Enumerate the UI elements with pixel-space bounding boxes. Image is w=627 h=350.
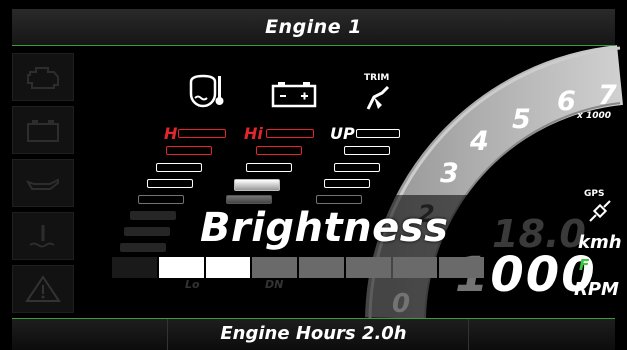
trim-up-label: UP [330, 124, 355, 143]
engine-check-icon [27, 67, 59, 89]
temp-bar-4 [147, 179, 193, 188]
battery-gauge-icon [271, 82, 317, 108]
battery-bar-4 [234, 179, 280, 191]
temp-bar-2 [166, 146, 212, 155]
display-screen: 3 4 5 6 7 x 1000 2 0 Engine 1 [0, 0, 627, 350]
battery-icon [27, 120, 59, 142]
brightness-segment[interactable] [205, 257, 251, 278]
tach-tick-7: 7 [598, 80, 617, 111]
brightness-segment[interactable] [112, 257, 157, 278]
tach-tick-3: 3 [440, 158, 459, 189]
tach-tick-4: 4 [469, 126, 489, 157]
engine-hours: Engine Hours 2.0h [220, 323, 407, 344]
sidebar-item-engine[interactable] [12, 53, 74, 101]
coolant-temp-icon [29, 225, 55, 248]
page-title: Engine 1 [265, 16, 362, 38]
sidebar-item-battery[interactable] [12, 106, 74, 154]
brightness-segment[interactable] [252, 257, 297, 278]
temp-high-label: H [164, 124, 178, 143]
sidebar-item-oil[interactable] [12, 159, 74, 207]
brightness-segment[interactable] [345, 257, 391, 278]
fuel-flag: F [579, 256, 590, 274]
trim-bar-1 [356, 129, 400, 138]
header-bar: Engine 1 [12, 9, 615, 46]
battery-bar-3 [246, 163, 292, 172]
trim-bar-4 [324, 179, 370, 188]
lo-label: Lo [185, 278, 200, 291]
brightness-segment[interactable] [299, 257, 344, 278]
engine-temp-icon [189, 74, 224, 108]
trim-down-label: DN [265, 278, 284, 291]
brightness-segment[interactable] [158, 257, 204, 278]
tach-multiplier: x 1000 [576, 111, 611, 121]
satellite-icon [589, 200, 611, 222]
brightness-segment[interactable] [439, 257, 484, 278]
battery-high-label: Hi [244, 124, 263, 143]
gps-label: GPS [584, 189, 605, 199]
temp-bar-1 [178, 129, 226, 138]
trim-bar-2 [344, 146, 390, 155]
temp-bar-3 [156, 163, 202, 172]
trim-icon [366, 85, 390, 110]
tach-tick-6: 6 [557, 86, 576, 117]
battery-bar-2 [256, 146, 302, 155]
sidebar-item-warning[interactable] [12, 265, 74, 313]
alarm-sidebar [12, 53, 74, 317]
trim-icon-label: TRIM [364, 73, 390, 83]
trim-bar-3 [334, 163, 380, 172]
battery-bar-1 [266, 129, 314, 138]
brightness-slider[interactable] [112, 257, 484, 278]
sidebar-item-coolant[interactable] [12, 212, 74, 260]
brightness-label: Brightness [200, 205, 449, 251]
tach-tick-5: 5 [512, 104, 531, 135]
rpm-unit: RPM [574, 279, 619, 300]
brightness-segment[interactable] [392, 257, 438, 278]
warning-triangle-icon [25, 275, 61, 302]
footer-bar: Engine Hours 2.0h [12, 318, 615, 350]
oil-can-icon [25, 178, 59, 190]
